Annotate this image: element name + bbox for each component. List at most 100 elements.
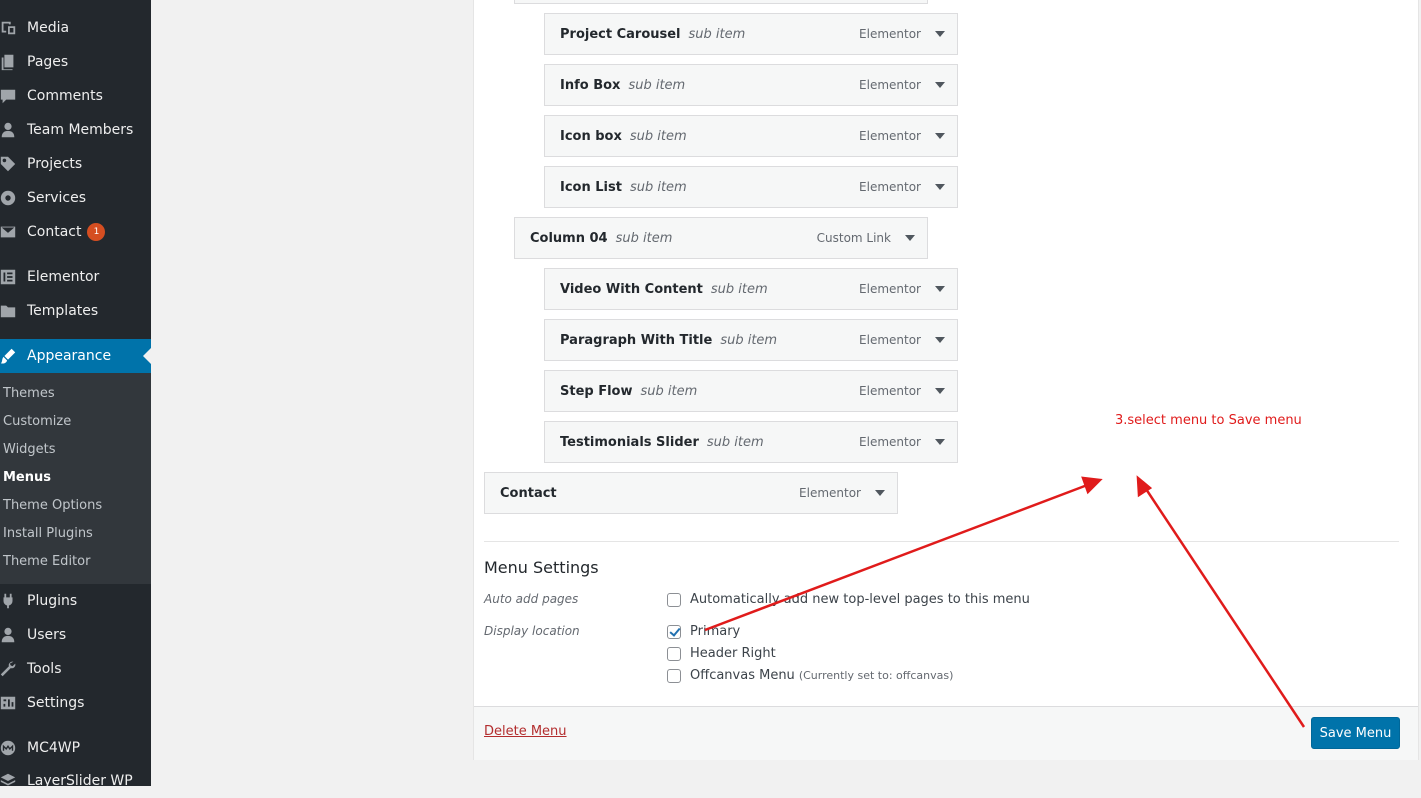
sidebar-item-label: Plugins — [27, 593, 78, 609]
expand-toggle-icon[interactable] — [930, 75, 950, 95]
tag-icon — [0, 154, 18, 174]
menu-item-type: Elementor — [859, 333, 921, 347]
menu-item-type: Elementor — [859, 435, 921, 449]
sidebar-item-label: Appearance — [27, 348, 112, 364]
submenu-item-theme-editor[interactable]: Theme Editor — [3, 554, 90, 569]
menu-item-title: Contact — [500, 485, 557, 501]
sidebar-item-label: Services — [27, 190, 87, 206]
checkbox-label: Header Right — [690, 646, 776, 661]
location-note: (Currently set to: offcanvas) — [798, 669, 954, 682]
menu-item-title: Testimonials Slider sub item — [560, 434, 764, 450]
user-icon — [0, 120, 18, 140]
display-location-label: Display location — [484, 624, 580, 638]
expand-toggle-icon[interactable] — [930, 177, 950, 197]
location-offcanvas-checkbox[interactable] — [667, 668, 681, 683]
sidebar-item-appearance[interactable]: Appearance — [0, 339, 151, 373]
menu-item-bar-partial — [514, 0, 928, 4]
mail-icon — [0, 222, 18, 242]
submenu-item-theme-options[interactable]: Theme Options — [3, 498, 102, 513]
sidebar-item-tools[interactable]: Tools — [0, 652, 151, 686]
sidebar-item-label: Pages — [27, 54, 69, 70]
submenu-item-widgets[interactable]: Widgets — [3, 442, 56, 457]
expand-toggle-icon[interactable] — [930, 126, 950, 146]
sidebar-item-label: Settings — [27, 695, 85, 711]
submenu-item-install-plugins[interactable]: Install Plugins — [3, 526, 93, 541]
menu-item-title: Paragraph With Title sub item — [560, 332, 778, 348]
media-icon — [0, 18, 18, 38]
sub-item-label: sub item — [688, 26, 746, 42]
menu-item-icon-list[interactable]: Icon List sub item Elementor — [544, 166, 958, 208]
menu-item-type: Elementor — [859, 27, 921, 41]
folder-icon — [0, 301, 18, 321]
auto-add-pages-option[interactable]: Automatically add new top-level pages to… — [667, 592, 1030, 607]
menu-settings-heading: Menu Settings — [484, 558, 599, 577]
expand-toggle-icon[interactable] — [930, 432, 950, 452]
checkbox-label: Automatically add new top-level pages to… — [690, 592, 1030, 607]
sidebar-item-contact[interactable]: Contact 1 — [0, 215, 151, 249]
sub-item-label: sub item — [615, 230, 673, 246]
submenu-item-themes[interactable]: Themes — [3, 386, 55, 401]
sidebar-item-services[interactable]: Services — [0, 181, 151, 215]
expand-toggle-icon[interactable] — [930, 24, 950, 44]
sidebar-item-projects[interactable]: Projects — [0, 147, 151, 181]
menu-item-testimonials-slider[interactable]: Testimonials Slider sub item Elementor — [544, 421, 958, 463]
save-menu-button[interactable]: Save Menu — [1311, 717, 1400, 749]
sidebar-item-label: Projects — [27, 156, 83, 172]
layers-icon — [0, 771, 18, 791]
divider — [484, 541, 1399, 542]
notification-badge: 1 — [87, 223, 106, 241]
sidebar-item-label: Templates — [27, 303, 99, 319]
sidebar-item-team-members[interactable]: Team Members — [0, 113, 151, 147]
menu-item-contact[interactable]: Contact Elementor — [484, 472, 898, 514]
brush-icon — [0, 346, 18, 366]
pages-icon — [0, 52, 18, 72]
sidebar-item-plugins[interactable]: Plugins — [0, 584, 151, 618]
menu-item-title: Info Box sub item — [560, 77, 686, 93]
sidebar-item-elementor[interactable]: Elementor — [0, 260, 151, 294]
expand-toggle-icon[interactable] — [930, 381, 950, 401]
sidebar-item-label: MC4WP — [27, 740, 81, 756]
delete-menu-link[interactable]: Delete Menu — [484, 724, 567, 739]
users-icon — [0, 625, 18, 645]
sidebar-item-layerslider[interactable]: LayerSlider WP — [0, 764, 151, 798]
menu-item-paragraph-with-title[interactable]: Paragraph With Title sub item Elementor — [544, 319, 958, 361]
sidebar-item-media[interactable]: Media — [0, 11, 151, 45]
expand-toggle-icon[interactable] — [870, 483, 890, 503]
menu-item-project-carousel[interactable]: Project Carousel sub item Elementor — [544, 13, 958, 55]
menu-item-type: Elementor — [859, 180, 921, 194]
submenu-item-customize[interactable]: Customize — [3, 414, 71, 429]
sidebar-item-label: Team Members — [27, 122, 134, 138]
menu-item-type: Custom Link — [816, 231, 891, 245]
sidebar-item-pages[interactable]: Pages — [0, 45, 151, 79]
menu-item-info-box[interactable]: Info Box sub item Elementor — [544, 64, 958, 106]
sidebar-item-label: Comments — [27, 88, 103, 104]
sidebar-item-mc4wp[interactable]: MC4WP — [0, 731, 151, 765]
location-offcanvas-option[interactable]: Offcanvas Menu (Currently set to: offcanv… — [667, 668, 953, 683]
menu-item-step-flow[interactable]: Step Flow sub item Elementor — [544, 370, 958, 412]
sidebar-item-settings[interactable]: Settings — [0, 686, 151, 720]
location-primary-option[interactable]: Primary — [667, 624, 740, 639]
mc4wp-icon — [0, 738, 18, 758]
menu-item-icon-box[interactable]: Icon box sub item Elementor — [544, 115, 958, 157]
expand-toggle-icon[interactable] — [930, 330, 950, 350]
menu-item-title: Project Carousel sub item — [560, 26, 746, 42]
sidebar-item-users[interactable]: Users — [0, 618, 151, 652]
expand-toggle-icon[interactable] — [930, 279, 950, 299]
submenu-item-menus[interactable]: Menus — [3, 470, 51, 485]
expand-toggle-icon[interactable] — [900, 228, 920, 248]
auto-add-pages-checkbox[interactable] — [667, 592, 681, 607]
menu-footer-bar — [474, 706, 1418, 760]
wrench-icon — [0, 659, 18, 679]
location-primary-checkbox[interactable] — [667, 624, 681, 639]
location-header-right-checkbox[interactable] — [667, 646, 681, 661]
menu-item-video-with-content[interactable]: Video With Content sub item Elementor — [544, 268, 958, 310]
sidebar-item-comments[interactable]: Comments — [0, 79, 151, 113]
admin-sidebar: Media Pages Comments Team Members Projec… — [0, 0, 151, 789]
sidebar-item-templates[interactable]: Templates — [0, 294, 151, 328]
menu-item-column-04[interactable]: Column 04 sub item Custom Link — [514, 217, 928, 259]
sub-item-label: sub item — [706, 434, 764, 450]
location-header-right-option[interactable]: Header Right — [667, 646, 776, 661]
sub-item-label: sub item — [710, 281, 768, 297]
comments-icon — [0, 86, 18, 106]
appearance-submenu: Themes Customize Widgets Menus Theme Opt… — [0, 373, 151, 584]
